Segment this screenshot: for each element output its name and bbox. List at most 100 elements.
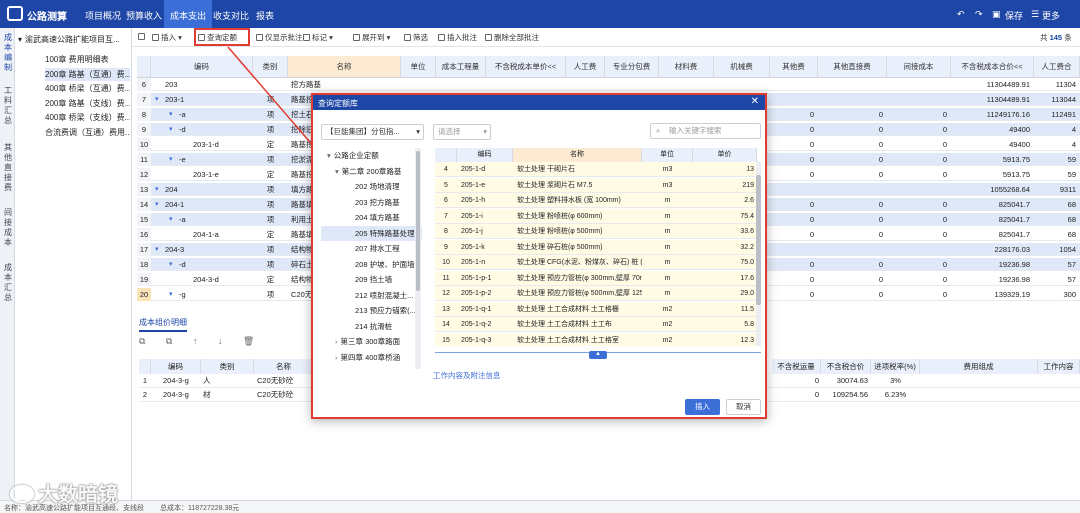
cell-unit[interactable] — [401, 78, 436, 91]
grid-header-last[interactable]: 人工费合 — [1034, 56, 1080, 78]
cell-c6[interactable]: 0 — [818, 228, 887, 241]
cell-cat[interactable] — [253, 78, 288, 91]
cell-c2[interactable] — [605, 78, 659, 91]
work-content-link[interactable]: 工作内容及附注信息 — [433, 370, 501, 381]
show-comments-only-button[interactable]: 仅显示批注 — [256, 32, 303, 43]
cell-c7[interactable]: 0 — [887, 138, 951, 151]
cell-c6[interactable]: 0 — [818, 123, 887, 136]
cell-name[interactable]: 软土处理 CFG(水泥、粉煤灰、碎石) 桩 (φ50... — [513, 255, 642, 270]
cell-code[interactable]: 204-3-g — [163, 388, 201, 402]
menu-tab-cost-expense[interactable]: 成本支出 — [164, 0, 213, 28]
cell-c4[interactable] — [714, 78, 770, 91]
quota-row[interactable]: 7 205-1-i 软土处理 粉喷桩(φ 600mm) m 75.4 — [435, 208, 757, 224]
quota-tree-item[interactable]: 212 喷射混凝土... — [321, 288, 422, 303]
cell-code[interactable]: 205-1-h — [457, 193, 513, 208]
cell-c6[interactable] — [818, 93, 887, 106]
cell-amount[interactable]: 30074.63 — [821, 374, 868, 388]
tree-item[interactable]: 100章 费用明细表 — [45, 53, 130, 66]
cell-c6[interactable]: 0 — [818, 108, 887, 121]
quota-row[interactable]: 13 205-1-q-1 软土处理 土工合成材料 土工格栅 m2 11.5 — [435, 301, 757, 317]
quota-header-2[interactable]: 单位 — [642, 148, 693, 162]
detail-header-right[interactable]: 不含税运量 — [772, 359, 821, 374]
cell-c6[interactable]: 0 — [818, 153, 887, 166]
cell-c5[interactable]: 0 — [770, 258, 818, 271]
grid-header-name[interactable]: 名称 — [288, 56, 401, 78]
cell-price[interactable]: 11.5 — [693, 302, 757, 317]
cell-code[interactable]: -d — [179, 123, 253, 136]
cell-name[interactable]: 软土处理 土工合成材料 土工格栅 — [513, 302, 642, 317]
insert-button[interactable]: 插入 — [685, 399, 720, 415]
grid-header-c1[interactable]: 人工费 — [566, 56, 605, 78]
grid-header-qty[interactable]: 成本工程量 — [436, 56, 486, 78]
detail-header-category[interactable]: 类别 — [201, 359, 254, 374]
cell-last[interactable]: 9311 — [1034, 183, 1080, 196]
cell-name[interactable]: C20无砂砼 — [257, 374, 312, 388]
quota-tree-item[interactable]: 204 填方路基 — [321, 210, 422, 225]
nav-cost-compile[interactable]: 成本编制 — [3, 33, 13, 73]
quota-header-3[interactable]: 单价 — [693, 148, 757, 162]
cell-c7[interactable]: 0 — [887, 258, 951, 271]
grid-header-total[interactable]: 不含税成本合价<< — [951, 56, 1034, 78]
cell-code[interactable]: 203-1-e — [193, 168, 253, 181]
detail-header-right[interactable]: 不含税合价 — [821, 359, 871, 374]
cell-c7[interactable]: 0 — [887, 273, 951, 286]
cell-c6[interactable] — [818, 78, 887, 91]
nav-labor-material-summary[interactable]: 工料汇总 — [3, 86, 13, 126]
tree-item[interactable]: 合流费调（互通）费用... — [45, 126, 130, 139]
quota-row[interactable]: 11 205-1-p-1 软土处理 预应力管桩(φ 300mm,壁厚 70mm) m 1… — [435, 270, 757, 286]
cell-price[interactable]: 219 — [693, 178, 757, 193]
cell-price[interactable]: 75.0 — [693, 255, 757, 270]
cell-c6[interactable]: 0 — [818, 273, 887, 286]
cell-unit[interactable]: m — [642, 193, 693, 208]
quota-row[interactable]: 14 205-1-q-2 软土处理 土工合成材料 土工布 m2 5.8 — [435, 317, 757, 332]
cell-c5[interactable]: 0 — [770, 288, 818, 301]
cell-price[interactable]: 5.8 — [693, 317, 757, 332]
cell-last[interactable]: 59 — [1034, 153, 1080, 166]
cell-last[interactable]: 57 — [1034, 258, 1080, 271]
cell-name[interactable]: 软土处理 粉喷桩(φ 500mm) — [513, 224, 642, 239]
cell-c7[interactable]: 0 — [887, 108, 951, 121]
insert-comment-button[interactable]: 插入批注 — [438, 32, 477, 43]
cell-name[interactable]: 软土处理 干砌片石 — [513, 162, 642, 177]
quota-tree-item[interactable]: › 第三章 300章路面 — [321, 334, 422, 349]
cell-c3[interactable] — [659, 78, 714, 91]
cell-c5[interactable] — [770, 93, 818, 106]
cell-name[interactable]: 软土处理 预应力管桩(φ 300mm,壁厚 70mm) — [513, 271, 642, 286]
quota-row[interactable]: 9 205-1-k 软土处理 碎石桩(φ 500mm) m 32.2 — [435, 239, 757, 255]
cell-cat[interactable]: 项 — [253, 288, 288, 301]
quota-row[interactable]: 6 205-1-h 软土处理 塑料排水板 (宽 100mm) m 2.6 — [435, 193, 757, 208]
cell-last[interactable]: 112491 — [1034, 108, 1080, 121]
cell-total[interactable]: 11304489.91 — [951, 93, 1034, 106]
cell-unit[interactable]: m2 — [642, 333, 693, 347]
cell-cat[interactable]: 定 — [253, 273, 288, 286]
nav-other-direct-cost[interactable]: 其他直接费 — [3, 143, 13, 193]
detail-header-name[interactable]: 名称 — [254, 359, 314, 374]
cell-code[interactable]: 205-1-e — [457, 178, 513, 193]
cell-last[interactable]: 59 — [1034, 168, 1080, 181]
cell-c7[interactable]: 0 — [887, 288, 951, 301]
cell-name[interactable]: 软土处理 土工合成材料 土工布 — [513, 317, 642, 332]
detail-header-right[interactable]: 工作内容 — [1038, 359, 1080, 374]
quota-row[interactable]: 5 205-1-e 软土处理 浆砌片石 M7.5 m3 219 — [435, 177, 757, 193]
cell-category[interactable]: 材 — [203, 388, 243, 402]
cell-c7[interactable]: 0 — [887, 123, 951, 136]
cell-name[interactable]: 软土处理 粉喷桩(φ 600mm) — [513, 209, 642, 224]
cell-freight[interactable]: 0 — [772, 388, 819, 402]
tree-scrollbar-thumb[interactable] — [416, 151, 420, 291]
chevron-down-icon[interactable]: ▾ — [155, 198, 159, 211]
grid-header-c2[interactable]: 专业分包费 — [605, 56, 659, 78]
cell-last[interactable]: 57 — [1034, 273, 1080, 286]
nav-cost-summary[interactable]: 成本汇总 — [3, 263, 13, 303]
cell-price[interactable]: 32.2 — [693, 240, 757, 255]
nav-indirect-cost[interactable]: 间接成本 — [3, 208, 13, 248]
cell-code[interactable]: 205-1-n — [457, 255, 513, 270]
chevron-down-icon[interactable]: ▾ — [169, 108, 173, 121]
cell-total[interactable]: 5913.75 — [951, 168, 1034, 181]
cell-c7[interactable] — [887, 78, 951, 91]
grid-header-no[interactable] — [137, 56, 151, 78]
quota-tree-item[interactable]: 207 排水工程 — [321, 241, 422, 256]
quota-tree-item[interactable]: ▾ 第二章 200章路基 — [321, 164, 422, 179]
cell-unit[interactable]: m — [642, 224, 693, 239]
quota-tree-item[interactable]: › 第四章 400章桥涵 — [321, 350, 422, 365]
quota-tree-item[interactable]: 209 挡土墙 — [321, 272, 422, 287]
